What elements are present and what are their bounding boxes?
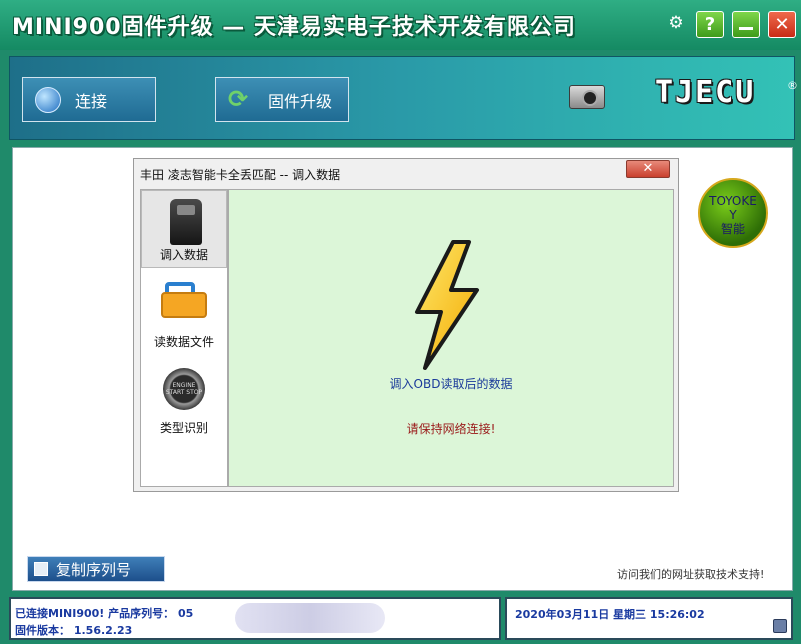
connect-label: 连接: [75, 91, 108, 111]
firmware-version: 固件版本： 1.56.2.23: [15, 624, 133, 637]
redacted-serial: [235, 603, 385, 633]
toolbar: 连接 ⟳ 固件升级 TJECU ®: [9, 56, 798, 140]
toyokey-logo: TOYOKE Y 智能: [698, 178, 768, 248]
firmware-upgrade-button[interactable]: ⟳ 固件升级: [215, 77, 349, 122]
dialog-content: 调入OBD读取后的数据 请保持网络连接!: [228, 189, 674, 487]
dialog-sidebar: 调入数据 读数据文件 ENGINE START STOP 类型识别: [140, 189, 228, 487]
camera-icon[interactable]: [569, 85, 605, 109]
registered-mark: ®: [787, 79, 798, 92]
toyokey-badge: TOYOKE Y 智能: [698, 178, 768, 248]
lightning-icon: [415, 240, 479, 370]
help-button[interactable]: ?: [696, 11, 724, 38]
load-data-message: 调入OBD读取后的数据: [389, 377, 513, 391]
copy-serial-label: 复制序列号: [56, 560, 132, 579]
gear-icon[interactable]: ⚙: [667, 14, 685, 32]
connection-status: 已连接MINI900! 产品序列号： 05: [15, 607, 194, 620]
dialog-title: 丰田 凌志智能卡全丢匹配 -- 调入数据: [140, 168, 341, 182]
obd-device-icon: [170, 199, 202, 245]
load-data-dialog: 丰田 凌志智能卡全丢匹配 -- 调入数据 ✕ 调入数据 读数据文件 ENGINE…: [133, 158, 679, 492]
folder-icon: [161, 282, 207, 318]
brand-logo: TJECU: [655, 75, 756, 110]
title-bar: MINI900固件升级 — 天津易实电子技术开发有限公司 ⚙ ? ✕: [0, 0, 801, 50]
network-warning: 请保持网络连接!: [406, 422, 496, 436]
minimize-button[interactable]: [732, 11, 760, 38]
connect-button[interactable]: 连接: [22, 77, 156, 122]
support-text: 访问我们的网址获取技术支持!: [617, 568, 765, 581]
sidebar-item-label: 读数据文件: [153, 335, 214, 349]
main-panel: 丰田 凌志智能卡全丢匹配 -- 调入数据 ✕ 调入数据 读数据文件 ENGINE…: [12, 147, 793, 591]
minimize-icon: [739, 27, 753, 30]
sidebar-item-label: 类型识别: [159, 421, 208, 435]
start-button-icon: ENGINE START STOP: [163, 368, 205, 410]
close-button[interactable]: ✕: [768, 11, 796, 38]
status-panel-left: 已连接MINI900! 产品序列号： 05 固件版本： 1.56.2.23: [9, 597, 501, 640]
datetime-display: 2020年03月11日 星期三 15:26:02: [515, 608, 705, 621]
copy-icon: [34, 562, 48, 576]
upgrade-label: 固件升级: [268, 91, 333, 111]
sidebar-item-label: 调入数据: [159, 248, 208, 262]
copy-serial-button[interactable]: 复制序列号: [27, 556, 165, 582]
dialog-close-button[interactable]: ✕: [626, 160, 670, 178]
window-title: MINI900固件升级 — 天津易实电子技术开发有限公司: [12, 15, 576, 40]
sidebar-item-type-identify[interactable]: ENGINE START STOP 类型识别: [141, 362, 227, 440]
network-icon: [773, 619, 787, 633]
sidebar-item-load-data[interactable]: 调入数据: [141, 190, 227, 268]
status-panel-right: 2020年03月11日 星期三 15:26:02: [505, 597, 793, 640]
globe-icon: [35, 86, 61, 113]
sidebar-item-read-file[interactable]: 读数据文件: [141, 276, 227, 354]
refresh-icon: ⟳: [228, 84, 249, 113]
